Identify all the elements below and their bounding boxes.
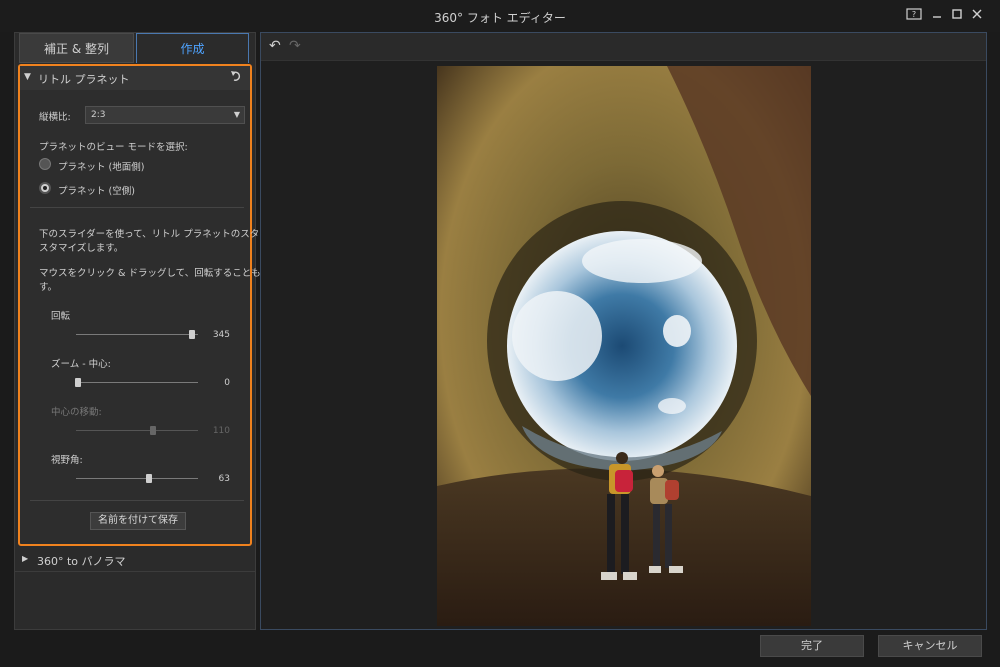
slider-rotation-handle[interactable] (188, 330, 195, 339)
slider-fov-track[interactable] (76, 478, 198, 479)
slider-rotation-label: 回転 (51, 311, 71, 322)
preview-canvas[interactable] (261, 61, 986, 629)
redo-icon[interactable]: ↷ (289, 38, 301, 54)
radio-sky-label: プラネット (空側) (58, 186, 135, 197)
slider-zoom-label: ズーム - 中心: (51, 359, 111, 370)
little-planet-photo[interactable] (437, 66, 811, 626)
dropdown-arrow-icon: ▼ (233, 110, 240, 119)
window-title: 360° フォト エディター (434, 11, 566, 25)
left-panel: 補正 & 整列 作成 ▼ リトル プラネット 縦横比: 2:3 ▼ プラネットの… (14, 32, 297, 630)
title-bar: 360° フォト エディター ? (0, 0, 1000, 32)
photo-render (437, 66, 811, 626)
collapse-arrow-icon[interactable]: ▼ (24, 72, 31, 82)
panorama-label: 360° to パノラマ (37, 555, 126, 568)
reset-icon[interactable] (230, 69, 242, 87)
radio-sky[interactable] (39, 182, 51, 194)
view-mode-label: プラネットのビュー モードを選択: (39, 142, 188, 153)
slider-zoom-track[interactable] (76, 382, 198, 383)
tab-create[interactable]: 作成 (136, 33, 249, 63)
done-button[interactable]: 完了 (760, 635, 864, 657)
slider-center-shift-handle (149, 426, 156, 435)
preview-toolbar: ↶ ↷ (261, 33, 986, 61)
slider-rotation-value: 345 (212, 330, 230, 340)
help-text-line: す。 (39, 282, 58, 293)
little-planet-header[interactable]: ▼ リトル プラネット (20, 66, 250, 90)
help-text-line: スタマイズします。 (39, 243, 124, 254)
tab-adjust-align[interactable]: 補正 & 整列 (19, 33, 134, 63)
slider-fov-value: 63 (218, 474, 230, 484)
cancel-button[interactable]: キャンセル (878, 635, 982, 657)
save-as-button[interactable]: 名前を付けて保存 (90, 512, 186, 530)
panorama-section-header[interactable]: ▶ 360° to パノラマ (15, 548, 255, 572)
help-icon[interactable]: ? (906, 8, 922, 24)
little-planet-title: リトル プラネット (38, 73, 130, 86)
divider (30, 500, 244, 501)
slider-fov-handle[interactable] (146, 474, 153, 483)
svg-text:?: ? (912, 10, 916, 19)
close-icon[interactable] (969, 8, 985, 24)
undo-icon[interactable]: ↶ (269, 38, 281, 54)
slider-fov-label: 視野角: (51, 455, 83, 466)
preview-area: ↶ ↷ (260, 32, 987, 630)
radio-ground-label: プラネット (地面側) (58, 162, 145, 173)
little-planet-panel: ▼ リトル プラネット 縦横比: 2:3 ▼ プラネットのビュー モードを選択:… (18, 64, 297, 546)
aspect-ratio-label: 縦横比: (39, 112, 71, 123)
aspect-ratio-value: 2:3 (91, 110, 106, 120)
help-text-line: マウスをクリック & ドラッグして、回転することもできま (39, 268, 289, 279)
aspect-ratio-select[interactable]: 2:3 ▼ (85, 106, 245, 124)
divider (30, 207, 244, 208)
slider-center-shift-value: 110 (212, 426, 230, 436)
slider-zoom-handle[interactable] (75, 378, 82, 387)
minimize-icon[interactable] (929, 8, 945, 24)
slider-center-shift-label: 中心の移動: (51, 407, 102, 418)
maximize-icon[interactable] (949, 8, 965, 24)
slider-rotation-track[interactable] (76, 334, 198, 335)
slider-zoom-value: 0 (224, 378, 230, 388)
radio-ground[interactable] (39, 158, 51, 170)
expand-arrow-icon[interactable]: ▶ (22, 554, 28, 563)
help-text-line: 下のスライダーを使って、リトル プラネットのスタイルをカ (39, 229, 298, 240)
slider-center-shift-track (76, 430, 198, 431)
